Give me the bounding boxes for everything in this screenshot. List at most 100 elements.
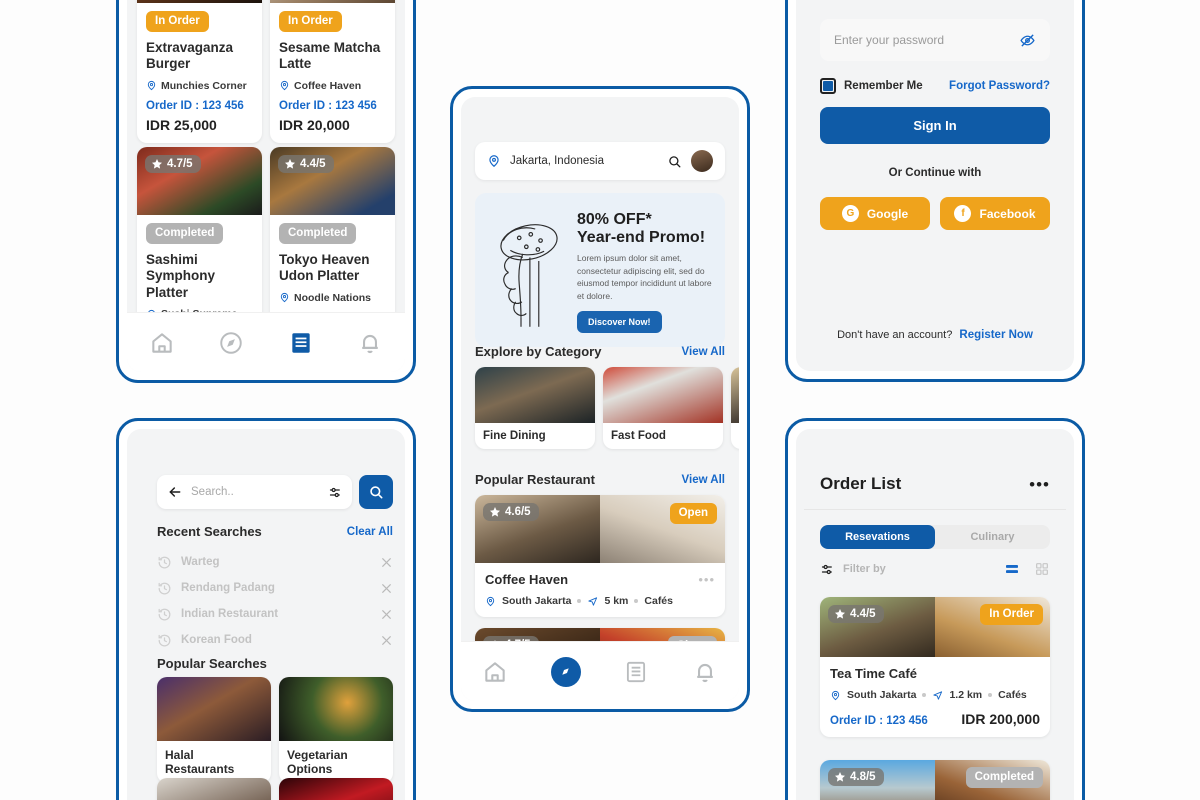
popular-search-image <box>157 677 271 741</box>
rating-value: 4.4/5 <box>850 608 876 620</box>
popular-view-all-button[interactable]: View All <box>682 474 725 486</box>
list-view-icon[interactable] <box>1004 561 1020 577</box>
close-icon[interactable] <box>380 634 393 647</box>
promo-headline: 80% OFF* <box>577 211 652 228</box>
order-card-image: 4.7/5 <box>137 147 262 215</box>
search-input[interactable]: Search.. <box>191 486 320 498</box>
order-price: IDR 20,000 <box>279 116 350 133</box>
popular-search-card[interactable]: Vegetarian Options <box>279 677 393 783</box>
tab-resevations[interactable]: Resevations <box>820 525 935 549</box>
order-card-image: 4.4/5 <box>270 147 395 215</box>
avatar[interactable] <box>691 150 713 172</box>
filter-sliders-icon[interactable] <box>328 485 343 500</box>
register-now-link[interactable]: Register Now <box>959 329 1033 341</box>
restaurant-card[interactable]: 4.6/5 Open Coffee Haven ••• South Jakart… <box>475 495 725 617</box>
recent-search-item[interactable]: Warteg <box>157 549 393 575</box>
remember-me-checkbox[interactable] <box>820 78 836 94</box>
search-scroll[interactable]: Search.. Recent Searches Clear All Warte… <box>127 429 405 800</box>
nav-bell-icon[interactable] <box>692 659 718 685</box>
recent-search-label: Rendang Padang <box>181 582 275 594</box>
nav-bell-icon[interactable] <box>357 330 383 356</box>
clear-all-button[interactable]: Clear All <box>347 526 393 538</box>
category-carousel[interactable]: Fine Dining Fast Food Ca <box>475 367 739 449</box>
promo-banner[interactable]: 80% OFF* Year-end Promo! Lorem ipsum dol… <box>475 193 725 347</box>
nav-home-icon[interactable] <box>149 330 175 356</box>
phone-home: Jakarta, Indonesia 80% OFF* Year-end Pro… <box>450 86 750 712</box>
order-card[interactable]: In Order Sesame Matcha Latte Coffee Have… <box>270 0 395 143</box>
google-label: Google <box>866 206 909 221</box>
search-icon <box>370 486 383 499</box>
popular-search-card[interactable]: Halal Restaurants <box>157 677 271 783</box>
location-bar[interactable]: Jakarta, Indonesia <box>475 142 725 180</box>
category-card[interactable]: Ca <box>731 367 739 449</box>
rating-badge: 4.6/5 <box>483 503 539 521</box>
restaurant-image-pair: 4.6/5 Open <box>475 495 725 563</box>
rating-badge: 4.8/5 <box>828 768 884 786</box>
filter-sliders-icon[interactable] <box>820 562 835 577</box>
close-icon[interactable] <box>380 608 393 621</box>
search-icon[interactable] <box>667 154 682 169</box>
sign-in-button[interactable]: Sign In <box>820 107 1050 144</box>
discover-now-button[interactable]: Discover Now! <box>577 310 662 333</box>
recent-search-item[interactable]: Indian Restaurant <box>157 601 393 627</box>
restaurant-meta: South Jakarta 5 km Cafés <box>485 595 715 607</box>
category-view-all-button[interactable]: View All <box>682 346 725 358</box>
grid-view-icon[interactable] <box>1034 561 1050 577</box>
order-item-name: Tea Time Café <box>830 666 917 681</box>
password-input[interactable]: Enter your password <box>834 33 1011 47</box>
category-card[interactable]: Fast Food <box>603 367 723 449</box>
search-field[interactable]: Search.. <box>157 475 352 509</box>
recent-search-label: Indian Restaurant <box>181 608 279 620</box>
google-icon: G <box>841 205 859 222</box>
category-card[interactable]: Fine Dining <box>475 367 595 449</box>
star-icon <box>835 609 845 619</box>
order-list-tabs[interactable]: Resevations Culinary <box>820 525 1050 549</box>
recent-search-item[interactable]: Rendang Padang <box>157 575 393 601</box>
order-item-area: South Jakarta <box>847 689 917 701</box>
popular-search-card[interactable] <box>279 778 393 800</box>
signin-scroll[interactable]: Enter your password Remember Me Forgot P… <box>796 0 1074 371</box>
filter-by-label[interactable]: Filter by <box>843 563 996 575</box>
nav-compass-icon[interactable] <box>218 330 244 356</box>
popular-section-title: Popular Restaurant <box>475 472 595 487</box>
phone-signin: Enter your password Remember Me Forgot P… <box>785 0 1085 382</box>
no-account-label: Don't have an account? <box>837 329 953 341</box>
nav-receipt-icon[interactable] <box>623 659 649 685</box>
order-list-item[interactable]: 4.4/5 In Order Tea Time Café South Jakar… <box>820 597 1050 737</box>
location-label: Jakarta, Indonesia <box>510 155 604 167</box>
order-card[interactable]: 4.7/5 Completed Sashimi Symphony Platter… <box>137 147 262 331</box>
google-signin-button[interactable]: G Google <box>820 197 930 230</box>
close-icon[interactable] <box>380 582 393 595</box>
eye-off-icon[interactable] <box>1019 32 1036 49</box>
more-options-icon[interactable]: ••• <box>1029 476 1050 493</box>
recent-search-item[interactable]: Korean Food <box>157 627 393 653</box>
facebook-signin-button[interactable]: f Facebook <box>940 197 1050 230</box>
nav-compass-icon[interactable] <box>550 656 581 687</box>
rating-value: 4.4/5 <box>300 158 326 170</box>
password-field[interactable]: Enter your password <box>820 19 1050 61</box>
navigation-arrow-icon <box>933 690 943 700</box>
order-card[interactable]: In Order Extravaganza Burger Munchies Co… <box>137 0 262 143</box>
promo-illustration <box>487 205 571 333</box>
search-button[interactable] <box>359 475 393 509</box>
popular-search-card[interactable] <box>157 778 271 800</box>
nav-home-icon[interactable] <box>482 659 508 685</box>
nav-receipt-icon[interactable] <box>288 330 314 356</box>
close-icon[interactable] <box>380 556 393 569</box>
order-card[interactable]: 4.4/5 Completed Tokyo Heaven Udon Platte… <box>270 147 395 331</box>
facebook-icon: f <box>954 205 972 222</box>
order-list-item[interactable]: 4.8/5 Completed <box>820 760 1050 800</box>
home-scroll[interactable]: Jakarta, Indonesia 80% OFF* Year-end Pro… <box>461 97 739 701</box>
more-options-icon[interactable]: ••• <box>698 573 715 586</box>
order-list-scroll[interactable]: Order List ••• Resevations Culinary Filt… <box>796 429 1074 800</box>
star-icon <box>285 159 295 169</box>
forgot-password-link[interactable]: Forgot Password? <box>949 80 1050 92</box>
place-label: Munchies Corner <box>161 79 247 92</box>
back-arrow-icon[interactable] <box>167 484 183 500</box>
separator-dot <box>634 599 639 603</box>
signin-footer: Don't have an account? Register Now <box>796 329 1074 341</box>
bottom-navigation[interactable] <box>461 641 739 701</box>
hand-holding-taco-icon <box>500 224 558 327</box>
tab-culinary[interactable]: Culinary <box>935 525 1050 549</box>
bottom-navigation[interactable] <box>127 312 405 372</box>
